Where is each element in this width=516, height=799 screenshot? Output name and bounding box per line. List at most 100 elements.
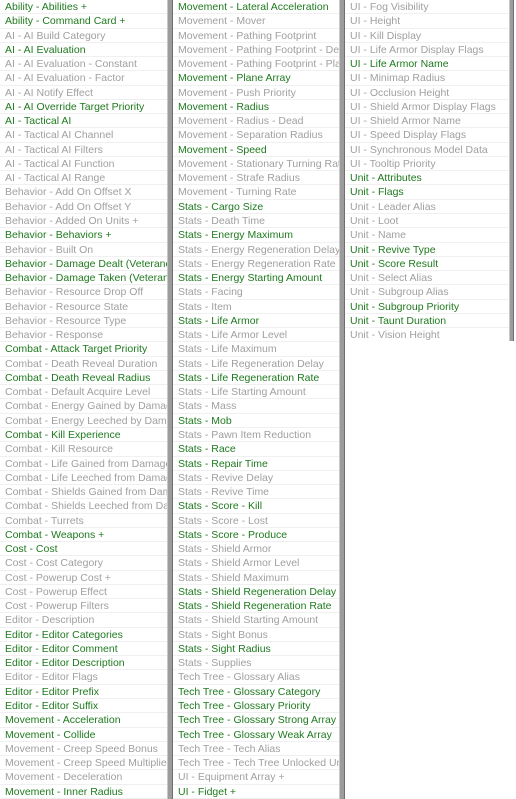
field-list-item[interactable]: UI - Equipment Array + (173, 770, 339, 785)
field-list-item[interactable]: Editor - Editor Description (0, 656, 167, 671)
field-list-item[interactable]: Combat - Kill Experience (0, 428, 167, 443)
field-list-item[interactable]: Cost - Powerup Effect (0, 585, 167, 600)
field-list-item[interactable]: Stats - Energy Regeneration Delay (173, 243, 339, 257)
field-list-item[interactable]: Stats - Life Armor Level (173, 328, 339, 343)
field-list-item[interactable]: Stats - Item (173, 300, 339, 314)
field-list-item[interactable]: AI - AI Evaluation - Factor (0, 71, 167, 86)
field-list-item[interactable]: Tech Tree - Glossary Priority (173, 699, 339, 714)
field-list-item[interactable]: Combat - Energy Leeched by Damage (0, 414, 167, 428)
field-list-item[interactable]: Movement - Speed (173, 143, 339, 157)
field-list-item[interactable]: Movement - Mover (173, 14, 339, 29)
field-list-item[interactable]: AI - Tactical AI Function (0, 157, 167, 172)
field-list-item[interactable]: Editor - Editor Suffix (0, 699, 167, 714)
field-list-item[interactable]: UI - Speed Display Flags (345, 128, 509, 143)
field-list-item[interactable]: Behavior - Resource State (0, 300, 167, 314)
field-list-item[interactable]: Behavior - Add On Offset X (0, 185, 167, 200)
field-list-item[interactable]: Unit - Loot (345, 214, 509, 229)
field-list-item[interactable]: AI - AI Evaluation - Constant (0, 57, 167, 72)
field-list-item[interactable]: Movement - Collide (0, 728, 167, 742)
field-list-item[interactable]: AI - AI Build Category (0, 29, 167, 43)
field-list-item[interactable]: Stats - Life Armor (173, 314, 339, 329)
field-list-item[interactable]: Editor - Editor Prefix (0, 685, 167, 700)
field-list-item[interactable]: Combat - Life Leeched from Damage I (0, 471, 167, 486)
field-list-item[interactable]: UI - Tooltip Priority (345, 157, 509, 172)
field-list-item[interactable]: UI - Fog Visibility (345, 0, 509, 15)
field-list-item[interactable]: Stats - Repair Time (173, 457, 339, 471)
field-list-item[interactable]: Unit - Subgroup Priority (345, 300, 509, 314)
field-list-item[interactable]: Editor - Editor Comment (0, 642, 167, 657)
field-list-item[interactable]: Movement - Deceleration (0, 770, 167, 785)
field-list-item[interactable]: Ability - Abilities + (0, 0, 167, 15)
field-list-item[interactable]: Stats - Facing (173, 285, 339, 300)
field-list-item[interactable]: Editor - Editor Categories (0, 628, 167, 642)
field-list-item[interactable]: Combat - Turrets (0, 514, 167, 528)
field-list-item[interactable]: Movement - Inner Radius (0, 785, 167, 799)
field-list-item[interactable]: Stats - Race (173, 442, 339, 457)
field-list-item[interactable]: Stats - Shield Maximum (173, 571, 339, 585)
field-list-item[interactable]: Cost - Cost (0, 542, 167, 557)
field-list-item[interactable]: AI - Tactical AI Channel (0, 128, 167, 143)
field-list-item[interactable]: Movement - Radius - Dead (173, 114, 339, 129)
field-list-item[interactable]: Combat - Kill Resource (0, 442, 167, 457)
field-list-item[interactable]: AI - Tactical AI Range (0, 171, 167, 186)
field-list-item[interactable]: Stats - Mass (173, 399, 339, 414)
field-list-item[interactable]: Ability - Command Card + (0, 14, 167, 29)
field-list-item[interactable]: Movement - Acceleration (0, 713, 167, 728)
field-list-item[interactable]: Unit - Subgroup Alias (345, 285, 509, 300)
field-list-item[interactable]: Editor - Description (0, 613, 167, 628)
field-list-item[interactable]: Stats - Energy Starting Amount (173, 271, 339, 286)
field-list-item[interactable]: Stats - Life Starting Amount (173, 385, 339, 400)
field-list-item[interactable]: Combat - Attack Target Priority (0, 342, 167, 357)
field-list-item[interactable]: Movement - Radius (173, 100, 339, 115)
field-list-item[interactable]: Editor - Editor Flags (0, 670, 167, 685)
field-list-item[interactable]: Combat - Life Gained from Damage Ta (0, 457, 167, 471)
field-list-item[interactable]: UI - Fidget + (173, 785, 339, 799)
field-list-item[interactable]: Stats - Mob (173, 414, 339, 428)
field-list-item[interactable]: Behavior - Damage Dealt (Veterancy) (0, 257, 167, 272)
field-list-item[interactable]: AI - AI Notify Effect (0, 86, 167, 100)
field-list-item[interactable]: Stats - Cargo Size (173, 200, 339, 214)
field-list-item[interactable]: Unit - Attributes (345, 171, 509, 186)
field-list-item[interactable]: UI - Shield Armor Display Flags (345, 100, 509, 115)
field-list-item[interactable]: Unit - Revive Type (345, 243, 509, 257)
field-list-item[interactable]: Stats - Shield Armor (173, 542, 339, 557)
field-list-item[interactable]: UI - Occlusion Height (345, 86, 509, 100)
field-list-item[interactable]: Movement - Pathing Footprint - Dead (173, 43, 339, 58)
field-list-item[interactable]: Stats - Pawn Item Reduction (173, 428, 339, 443)
field-list-item[interactable]: Stats - Shield Starting Amount (173, 613, 339, 628)
field-list-item[interactable]: Movement - Turning Rate (173, 185, 339, 200)
field-list-item[interactable]: Behavior - Behaviors + (0, 228, 167, 243)
field-list-item[interactable]: Combat - Shields Leeched from Dama (0, 499, 167, 514)
field-list-item[interactable]: Movement - Plane Array (173, 71, 339, 86)
field-list-item[interactable]: Tech Tree - Tech Alias (173, 742, 339, 757)
field-list-item[interactable]: Movement - Creep Speed Multiplier (0, 756, 167, 771)
field-list-item[interactable]: Tech Tree - Glossary Category (173, 685, 339, 700)
field-list-item[interactable]: Movement - Creep Speed Bonus (0, 742, 167, 757)
field-list-item[interactable]: Stats - Shield Armor Level (173, 556, 339, 571)
field-list-item[interactable]: Behavior - Add On Offset Y (0, 200, 167, 214)
field-list-item[interactable]: Stats - Life Maximum (173, 342, 339, 357)
field-list-item[interactable]: Stats - Supplies (173, 656, 339, 671)
field-list-item[interactable]: Stats - Shield Regeneration Rate (173, 599, 339, 614)
field-list-item[interactable]: Stats - Energy Maximum (173, 228, 339, 243)
field-list-item[interactable]: Stats - Score - Produce (173, 528, 339, 543)
field-list-item[interactable]: UI - Life Armor Name (345, 57, 509, 72)
field-list-item[interactable]: Behavior - Added On Units + (0, 214, 167, 229)
field-list-item[interactable]: Movement - Stationary Turning Rate (173, 157, 339, 172)
field-list-item[interactable]: Stats - Energy Regeneration Rate (173, 257, 339, 272)
field-list-item[interactable]: UI - Height (345, 14, 509, 29)
field-list-item[interactable]: AI - AI Override Target Priority (0, 100, 167, 115)
field-list-item[interactable]: Tech Tree - Tech Tree Unlocked Unit (173, 756, 339, 771)
field-list-item[interactable]: Movement - Pathing Footprint - Placer (173, 57, 339, 72)
field-list-item[interactable]: UI - Shield Armor Name (345, 114, 509, 129)
field-list-item[interactable]: Stats - Score - Kill (173, 499, 339, 514)
field-list-item[interactable]: UI - Minimap Radius (345, 71, 509, 86)
field-list-item[interactable]: Movement - Strafe Radius (173, 171, 339, 186)
field-list-item[interactable]: Stats - Sight Radius (173, 642, 339, 657)
field-list-item[interactable]: Unit - Taunt Duration (345, 314, 509, 329)
field-list-item[interactable]: Stats - Revive Delay (173, 471, 339, 486)
field-list-item[interactable]: Behavior - Resource Drop Off (0, 285, 167, 300)
field-list-item[interactable]: Combat - Default Acquire Level (0, 385, 167, 400)
field-list-item[interactable]: Unit - Select Alias (345, 271, 509, 286)
field-list-item[interactable]: Movement - Separation Radius (173, 128, 339, 143)
